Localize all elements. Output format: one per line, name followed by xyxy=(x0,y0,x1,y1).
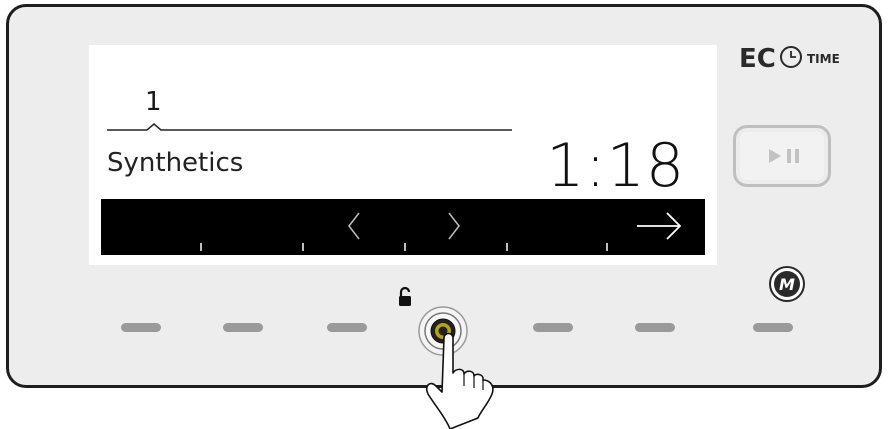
svg-text:TIME: TIME xyxy=(807,52,840,66)
start-pause-button[interactable] xyxy=(733,125,831,187)
hand-pointer-icon xyxy=(425,332,494,429)
program-name: Synthetics xyxy=(107,148,244,178)
svg-text:M: M xyxy=(779,275,795,294)
program-number: 1 xyxy=(145,87,162,117)
touch-button-6[interactable] xyxy=(635,323,675,332)
lcd-display: 1 Synthetics 1:18 xyxy=(89,45,717,265)
eco-time-logo: EC TIME xyxy=(739,44,840,71)
program-number-underline xyxy=(107,123,512,131)
touch-button-7[interactable] xyxy=(753,323,793,332)
svg-text:EC: EC xyxy=(739,44,776,71)
chevron-left-icon[interactable] xyxy=(348,212,360,240)
time-remaining: 1:18 xyxy=(546,131,685,201)
touch-button-3[interactable] xyxy=(327,323,367,332)
chevron-right-icon[interactable] xyxy=(448,212,460,240)
touch-button-1[interactable] xyxy=(121,323,161,332)
scale-ticks xyxy=(200,243,608,251)
touch-button-5[interactable] xyxy=(533,323,573,332)
m-button[interactable]: M xyxy=(768,265,806,303)
arrow-right-icon[interactable] xyxy=(637,212,682,240)
navigation-bar xyxy=(101,199,705,255)
play-pause-icon xyxy=(769,149,799,163)
touch-button-2[interactable] xyxy=(223,323,263,332)
